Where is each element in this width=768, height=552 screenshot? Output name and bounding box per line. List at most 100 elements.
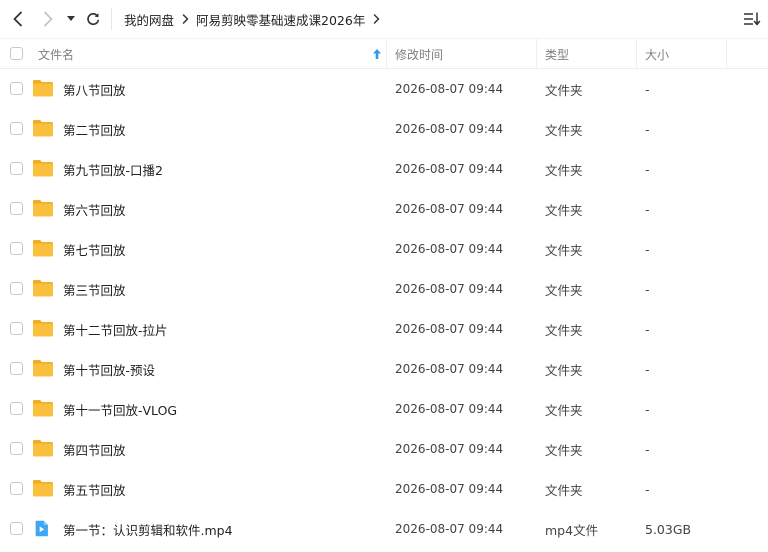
file-type: 文件夹 — [545, 322, 583, 338]
file-size: - — [645, 121, 650, 137]
column-divider — [636, 39, 637, 69]
folder-icon — [33, 80, 53, 97]
file-modified: 2026-08-07 09:44 — [395, 122, 504, 136]
column-divider — [726, 39, 727, 69]
file-modified: 2026-08-07 09:44 — [395, 362, 504, 376]
file-name[interactable]: 第六节回放 — [63, 189, 126, 229]
file-row[interactable]: 第四节回放 2026-08-07 09:44 文件夹 - — [0, 429, 768, 469]
file-size: - — [645, 81, 650, 97]
toolbar: 我的网盘 阿易剪映零基础速成课2026年 — [0, 0, 768, 38]
refresh-button[interactable] — [83, 9, 103, 29]
column-header-name[interactable]: 文件名 — [38, 39, 384, 69]
file-row[interactable]: 第三节回放 2026-08-07 09:44 文件夹 - — [0, 269, 768, 309]
sort-ascending-icon — [373, 49, 381, 59]
row-checkbox[interactable] — [10, 162, 23, 175]
row-checkbox[interactable] — [10, 522, 23, 535]
folder-icon — [33, 200, 53, 217]
folder-icon — [33, 240, 53, 257]
file-name[interactable]: 第十一节回放-VLOG — [63, 389, 177, 429]
breadcrumb-item-current[interactable]: 阿易剪映零基础速成课2026年 — [196, 10, 365, 29]
file-row[interactable]: 第七节回放 2026-08-07 09:44 文件夹 - — [0, 229, 768, 269]
file-modified: 2026-08-07 09:44 — [395, 162, 504, 176]
file-size: - — [645, 401, 650, 417]
file-row[interactable]: 第五节回放 2026-08-07 09:44 文件夹 - — [0, 469, 768, 509]
file-type: 文件夹 — [545, 242, 583, 258]
select-all-checkbox[interactable] — [10, 47, 23, 60]
column-header-size[interactable]: 大小 — [645, 39, 669, 69]
toolbar-divider — [111, 8, 112, 30]
row-checkbox[interactable] — [10, 402, 23, 415]
file-modified: 2026-08-07 09:44 — [395, 202, 504, 216]
file-modified: 2026-08-07 09:44 — [395, 402, 504, 416]
file-name[interactable]: 第三节回放 — [63, 269, 126, 309]
file-size: - — [645, 441, 650, 457]
file-row[interactable]: 第六节回放 2026-08-07 09:44 文件夹 - — [0, 189, 768, 229]
breadcrumb-item-root[interactable]: 我的网盘 — [124, 10, 174, 29]
file-name[interactable]: 第十节回放-预设 — [63, 349, 155, 389]
file-type: 文件夹 — [545, 402, 583, 418]
file-size: - — [645, 241, 650, 257]
file-name[interactable]: 第四节回放 — [63, 429, 126, 469]
file-size: - — [645, 481, 650, 497]
row-checkbox[interactable] — [10, 442, 23, 455]
caret-down-icon — [67, 16, 75, 21]
row-checkbox[interactable] — [10, 242, 23, 255]
file-row[interactable]: 第八节回放 2026-08-07 09:44 文件夹 - — [0, 69, 768, 109]
file-row[interactable]: 第十二节回放-拉片 2026-08-07 09:44 文件夹 - — [0, 309, 768, 349]
chevron-right-icon — [44, 11, 53, 27]
file-size: - — [645, 161, 650, 177]
file-name[interactable]: 第七节回放 — [63, 229, 126, 269]
folder-icon — [33, 320, 53, 337]
file-modified: 2026-08-07 09:44 — [395, 282, 504, 296]
column-divider — [536, 39, 537, 69]
column-header-type[interactable]: 类型 — [545, 39, 569, 69]
column-header-modified[interactable]: 修改时间 — [395, 39, 443, 69]
row-checkbox[interactable] — [10, 482, 23, 495]
file-row[interactable]: 第二节回放 2026-08-07 09:44 文件夹 - — [0, 109, 768, 149]
file-modified: 2026-08-07 09:44 — [395, 242, 504, 256]
file-type: 文件夹 — [545, 442, 583, 458]
folder-icon — [33, 160, 53, 177]
file-type: 文件夹 — [545, 82, 583, 98]
breadcrumb-separator-icon — [174, 12, 196, 26]
file-type: 文件夹 — [545, 202, 583, 218]
file-modified: 2026-08-07 09:44 — [395, 82, 504, 96]
forward-button[interactable] — [38, 9, 58, 29]
file-size: - — [645, 321, 650, 337]
file-name[interactable]: 第一节：认识剪辑和软件.mp4 — [63, 509, 233, 549]
file-size: - — [645, 201, 650, 217]
breadcrumb: 我的网盘 阿易剪映零基础速成课2026年 — [124, 0, 387, 38]
sort-menu-button[interactable] — [741, 9, 763, 29]
file-name[interactable]: 第五节回放 — [63, 469, 126, 509]
file-row[interactable]: 第一节：认识剪辑和软件.mp4 2026-08-07 09:44 mp4文件 5… — [0, 509, 768, 549]
row-checkbox[interactable] — [10, 322, 23, 335]
file-size: 5.03GB — [645, 521, 692, 537]
file-list-header: 文件名 修改时间 类型 大小 — [0, 38, 768, 69]
file-name[interactable]: 第九节回放-口播2 — [63, 149, 163, 189]
row-checkbox[interactable] — [10, 82, 23, 95]
file-modified: 2026-08-07 09:44 — [395, 322, 504, 336]
video-file-icon — [35, 520, 48, 537]
file-name[interactable]: 第二节回放 — [63, 109, 126, 149]
folder-icon — [33, 440, 53, 457]
row-checkbox[interactable] — [10, 202, 23, 215]
file-row[interactable]: 第十节回放-预设 2026-08-07 09:44 文件夹 - — [0, 349, 768, 389]
folder-icon — [33, 360, 53, 377]
row-checkbox[interactable] — [10, 122, 23, 135]
file-name[interactable]: 第八节回放 — [63, 69, 126, 109]
file-name[interactable]: 第十二节回放-拉片 — [63, 309, 168, 349]
file-type: 文件夹 — [545, 282, 583, 298]
folder-icon — [33, 280, 53, 297]
row-checkbox[interactable] — [10, 362, 23, 375]
back-button[interactable] — [8, 9, 28, 29]
sort-list-icon — [744, 12, 761, 26]
file-row[interactable]: 第九节回放-口播2 2026-08-07 09:44 文件夹 - — [0, 149, 768, 189]
breadcrumb-expand-icon[interactable] — [365, 12, 387, 26]
file-type: mp4文件 — [545, 522, 599, 538]
column-divider — [386, 39, 387, 69]
row-checkbox[interactable] — [10, 282, 23, 295]
file-row[interactable]: 第十一节回放-VLOG 2026-08-07 09:44 文件夹 - — [0, 389, 768, 429]
file-type: 文件夹 — [545, 482, 583, 498]
folder-icon — [33, 480, 53, 497]
history-dropdown-button[interactable] — [62, 9, 80, 29]
